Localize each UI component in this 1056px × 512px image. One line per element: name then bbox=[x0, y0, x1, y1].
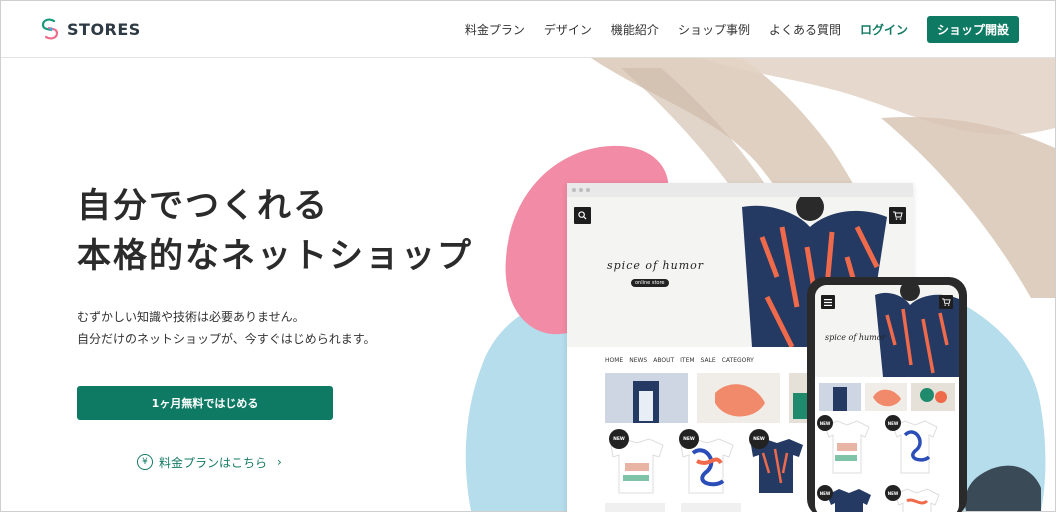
shop-brand-tag: online store bbox=[631, 279, 669, 287]
shop-nav-news[interactable]: NEWS bbox=[629, 357, 647, 364]
logo-text: STORES bbox=[67, 19, 141, 39]
main-nav: 料金プラン デザイン 機能紹介 ショップ事例 よくある質問 ログイン ショップ開… bbox=[465, 15, 1019, 43]
cart-icon[interactable] bbox=[889, 207, 906, 224]
new-badge: NEW bbox=[817, 485, 833, 501]
shop-nav-about[interactable]: ABOUT bbox=[653, 357, 674, 364]
shop-nav-sale[interactable]: SALE bbox=[701, 357, 716, 364]
shop-nav: HOME NEWS ABOUT ITEM SALE CATEGORY bbox=[605, 357, 754, 364]
new-badge: NEW bbox=[885, 415, 901, 431]
nav-item-features[interactable]: 機能紹介 bbox=[611, 21, 659, 38]
login-link[interactable]: ログイン bbox=[860, 21, 908, 38]
browser-dot bbox=[572, 188, 576, 192]
new-badge: NEW bbox=[609, 429, 629, 449]
nav-item-design[interactable]: デザイン bbox=[544, 21, 592, 38]
shop-nav-category[interactable]: CATEGORY bbox=[722, 357, 754, 364]
search-icon[interactable] bbox=[574, 207, 591, 224]
new-badge: NEW bbox=[885, 485, 901, 501]
browser-dot bbox=[579, 188, 583, 192]
phone-brand-name: spice of humor bbox=[825, 333, 886, 342]
new-badge: NEW bbox=[679, 429, 699, 449]
cart-icon[interactable] bbox=[939, 295, 953, 309]
nav-item-faq[interactable]: よくある質問 bbox=[769, 21, 841, 38]
open-shop-button[interactable]: ショップ開設 bbox=[926, 15, 1019, 43]
logo-icon bbox=[41, 18, 59, 40]
shop-nav-item[interactable]: ITEM bbox=[680, 357, 694, 364]
browser-bar bbox=[567, 183, 913, 197]
site-header: STORES 料金プラン デザイン 機能紹介 ショップ事例 よくある質問 ログイ… bbox=[1, 1, 1055, 58]
shop-brand-name: spice of humor bbox=[607, 259, 705, 272]
phone-screen: spice of humor NEW NEW NEW NEW bbox=[815, 285, 959, 512]
menu-icon[interactable] bbox=[821, 295, 835, 309]
new-badge: NEW bbox=[817, 415, 833, 431]
new-badge: NEW bbox=[749, 429, 769, 449]
browser-dot bbox=[586, 188, 590, 192]
phone-content bbox=[815, 285, 959, 512]
phone-shop-preview: spice of humor NEW NEW NEW NEW bbox=[807, 277, 967, 512]
shop-nav-home[interactable]: HOME bbox=[605, 357, 623, 364]
nav-item-cases[interactable]: ショップ事例 bbox=[678, 21, 750, 38]
nav-item-pricing[interactable]: 料金プラン bbox=[465, 21, 525, 38]
stores-logo[interactable]: STORES bbox=[39, 16, 141, 42]
